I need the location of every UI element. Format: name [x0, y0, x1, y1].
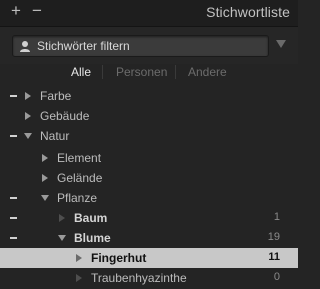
tree-item-pflanze[interactable]: Pflanze — [0, 188, 298, 208]
expand-arrow-icon[interactable] — [42, 174, 48, 182]
tab-alle[interactable]: Alle — [71, 65, 91, 79]
tree-item-farbe[interactable]: Farbe — [0, 86, 298, 106]
filter-options-chevron-icon[interactable] — [276, 40, 286, 48]
expand-arrow-icon[interactable] — [76, 274, 82, 282]
expand-arrow-icon[interactable] — [42, 154, 48, 162]
filter-field[interactable] — [12, 35, 269, 57]
keyword-count: 11 — [268, 251, 280, 263]
tree-item-traubenhyazinthe[interactable]: Traubenhyazinthe 0 — [0, 268, 298, 288]
tree-item-fingerhut[interactable]: Fingerhut 11 — [0, 248, 298, 268]
panel-title[interactable]: Stichwortliste — [206, 4, 290, 20]
minus-icon[interactable] — [10, 197, 17, 199]
keyword-tree: Farbe Gebäude Natur Element Gelände Pfla… — [0, 86, 298, 289]
tree-item-label: Blume — [74, 231, 111, 245]
collapse-arrow-icon[interactable] — [58, 235, 66, 241]
tab-personen[interactable]: Personen — [116, 65, 167, 79]
keyword-count: 19 — [267, 231, 280, 243]
keyword-filter-input[interactable] — [37, 36, 262, 56]
scope-tabs: Alle Personen Andere — [0, 64, 298, 84]
tree-item-label: Gelände — [57, 171, 103, 185]
tree-item-label: Farbe — [40, 89, 72, 103]
tree-item-label: Pflanze — [57, 191, 98, 205]
tree-item-label: Gebäude — [40, 109, 90, 123]
collapse-arrow-icon[interactable] — [41, 195, 49, 201]
expand-arrow-icon[interactable] — [76, 254, 82, 262]
tree-item-label: Traubenhyazinthe — [91, 271, 187, 285]
tree-item-natur[interactable]: Natur — [0, 126, 298, 146]
add-keyword-button[interactable]: + — [9, 2, 23, 20]
tab-divider — [175, 65, 176, 79]
keyword-count: 1 — [273, 211, 280, 223]
search-icon — [20, 41, 30, 52]
tree-item-gelaende[interactable]: Gelände — [0, 168, 298, 188]
minus-icon[interactable] — [10, 135, 17, 137]
tab-andere[interactable]: Andere — [188, 65, 227, 79]
minus-icon[interactable] — [10, 95, 17, 97]
remove-keyword-button[interactable]: − — [30, 2, 44, 20]
tree-item-label: Natur — [40, 129, 70, 143]
tree-item-label: Baum — [74, 211, 108, 225]
tree-item-element[interactable]: Element — [0, 148, 298, 168]
keyword-count: 0 — [273, 271, 280, 283]
expand-arrow-icon[interactable] — [59, 214, 65, 222]
tree-item-label: Fingerhut — [91, 251, 147, 265]
tree-item-label: Element — [57, 151, 102, 165]
minus-icon[interactable] — [10, 237, 17, 239]
tree-item-gebaeude[interactable]: Gebäude — [0, 106, 298, 126]
minus-icon[interactable] — [10, 217, 17, 219]
filter-row — [0, 27, 298, 64]
panel-header: + − Stichwortliste — [0, 0, 298, 27]
expand-arrow-icon[interactable] — [25, 112, 31, 120]
collapse-arrow-icon[interactable] — [24, 133, 32, 139]
tree-item-blume[interactable]: Blume 19 — [0, 228, 298, 248]
expand-arrow-icon[interactable] — [25, 92, 31, 100]
tab-divider — [102, 65, 103, 79]
tree-item-baum[interactable]: Baum 1 — [0, 208, 298, 228]
